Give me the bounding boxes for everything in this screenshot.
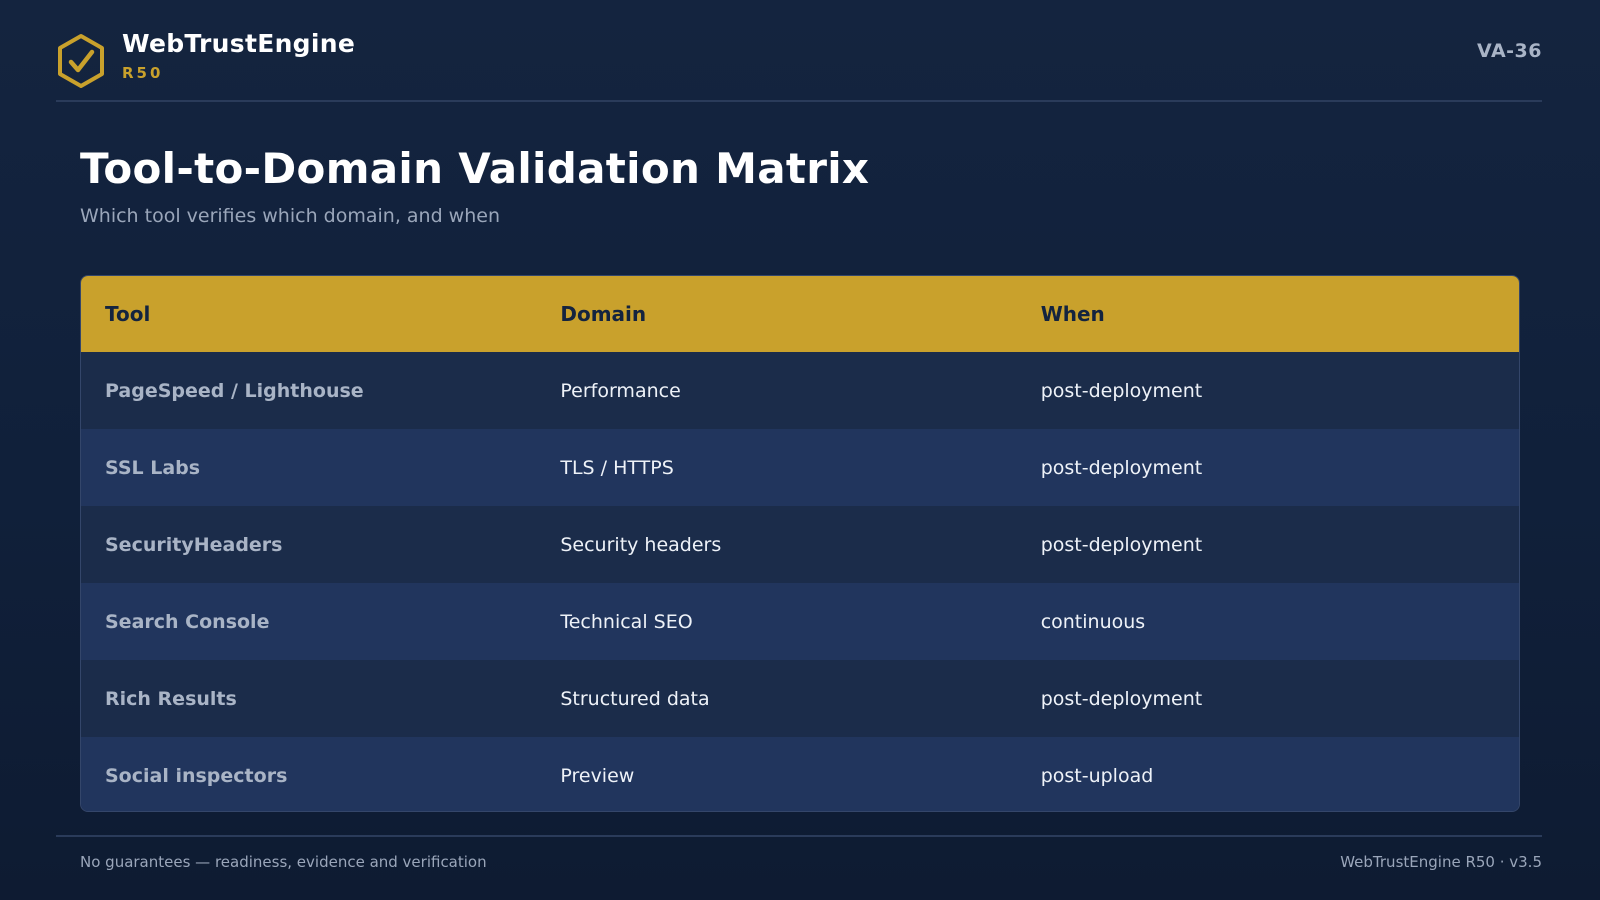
- column-header-domain: Domain: [560, 302, 647, 326]
- brand-name: WebTrustEngine: [122, 29, 356, 58]
- hexagon-check-icon: [58, 34, 104, 88]
- when-cell: post-deployment: [1040, 533, 1203, 556]
- when-cell: continuous: [1040, 610, 1146, 633]
- table-row: SecurityHeaders Security headers post-de…: [81, 506, 1519, 583]
- when-cell: post-deployment: [1040, 379, 1203, 402]
- tool-cell: Rich Results: [105, 687, 237, 710]
- table-row: Search Console Technical SEO continuous: [81, 583, 1519, 660]
- domain-cell: Performance: [560, 379, 681, 402]
- domain-cell: TLS / HTTPS: [560, 456, 674, 479]
- domain-cell: Security headers: [560, 533, 722, 556]
- when-cell: post-upload: [1040, 764, 1154, 787]
- tool-cell: PageSpeed / Lighthouse: [105, 379, 364, 402]
- tool-cell: SSL Labs: [105, 456, 201, 479]
- when-cell: post-deployment: [1040, 456, 1203, 479]
- table-row: PageSpeed / Lighthouse Performance post-…: [81, 352, 1519, 429]
- column-header-when: When: [1040, 302, 1105, 326]
- tool-cell: Search Console: [105, 610, 270, 633]
- table-row: SSL Labs TLS / HTTPS post-deployment: [81, 429, 1519, 506]
- table-row: Rich Results Structured data post-deploy…: [81, 660, 1519, 737]
- column-header-tool: Tool: [105, 302, 151, 326]
- domain-cell: Structured data: [560, 687, 710, 710]
- tool-cell: SecurityHeaders: [105, 533, 283, 556]
- validation-matrix-table: Tool Domain When PageSpeed / Lighthouse …: [80, 275, 1520, 812]
- table-row: Social inspectors Preview post-upload: [81, 737, 1519, 811]
- domain-cell: Technical SEO: [560, 610, 693, 633]
- footer-note: No guarantees — readiness, evidence and …: [80, 853, 487, 871]
- page-subtitle: Which tool verifies which domain, and wh…: [80, 205, 500, 227]
- tool-cell: Social inspectors: [105, 764, 288, 787]
- brand-release: R50: [122, 64, 164, 82]
- doc-id: VA-36: [1477, 40, 1542, 62]
- header: WebTrustEngine R50 VA-36: [56, 28, 1542, 102]
- when-cell: post-deployment: [1040, 687, 1203, 710]
- footer: No guarantees — readiness, evidence and …: [56, 835, 1542, 871]
- table-header-row: Tool Domain When: [81, 276, 1519, 352]
- domain-cell: Preview: [560, 764, 635, 787]
- page-title: Tool-to-Domain Validation Matrix: [80, 144, 870, 193]
- footer-version: WebTrustEngine R50 · v3.5: [1340, 853, 1542, 871]
